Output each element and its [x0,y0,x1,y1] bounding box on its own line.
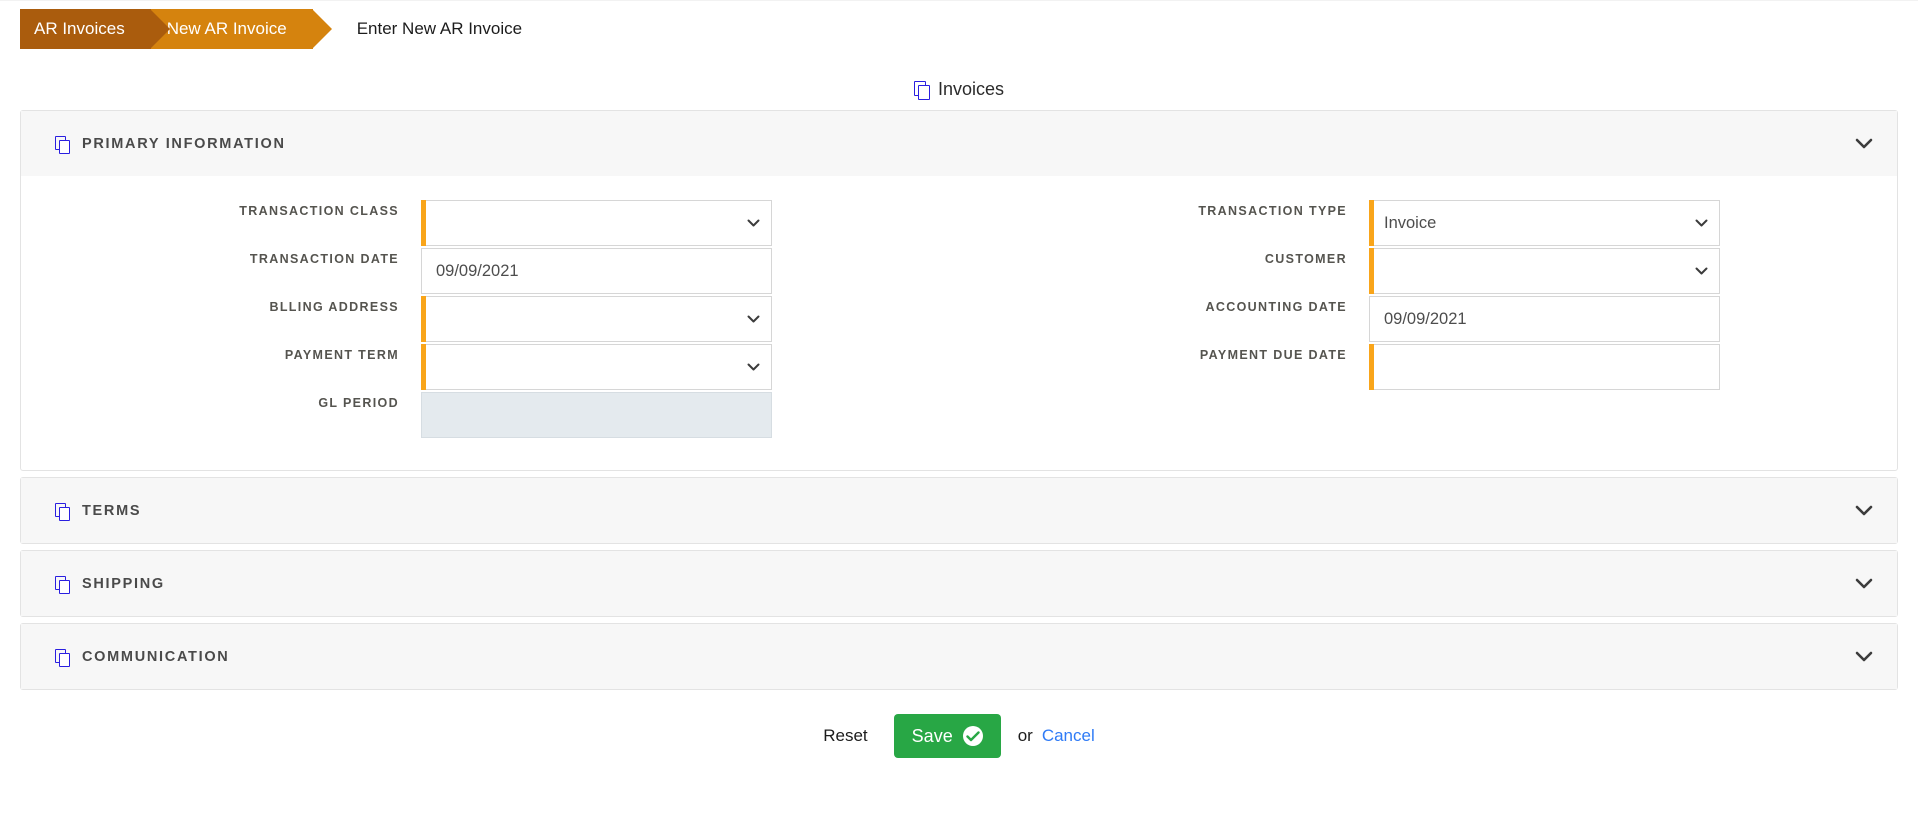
panel-header-shipping[interactable]: SHIPPING [21,551,1897,616]
field-transaction-date: TRANSACTION DATE 09/09/2021 [21,248,959,296]
transaction-date-input[interactable]: 09/09/2021 [421,248,772,294]
copy-icon [55,648,70,667]
primary-right-column: TRANSACTION TYPE Invoice CUSTOMER ACCOUN… [959,200,1897,440]
chevron-down-icon [746,216,760,230]
field-payment-term: PAYMENT TERM [21,344,959,392]
panel-body-primary-information: TRANSACTION CLASS TRANSACTION DATE 09/09… [21,176,1897,470]
breadcrumb: AR Invoices New AR Invoice Enter New AR … [0,1,1918,56]
field-transaction-class: TRANSACTION CLASS [21,200,959,248]
panel-header-primary-information[interactable]: PRIMARY INFORMATION [21,111,1897,176]
field-payment-due-date: PAYMENT DUE DATE [959,344,1897,392]
transaction-class-select[interactable] [421,200,772,246]
field-customer: CUSTOMER [959,248,1897,296]
save-button[interactable]: Save [893,714,1001,758]
chevron-down-icon [746,360,760,374]
breadcrumb-item-label: AR Invoices [34,19,125,38]
field-gl-period: GL PERIOD [21,392,959,440]
panel-title: COMMUNICATION [82,648,230,665]
copy-icon [913,80,930,100]
panel-title: PRIMARY INFORMATION [82,135,286,152]
field-label: PAYMENT DUE DATE [1199,348,1347,362]
panel-title: TERMS [82,502,142,519]
field-billing-address: BLLING ADDRESS [21,296,959,344]
field-label: GL PERIOD [318,396,399,410]
field-transaction-type: TRANSACTION TYPE Invoice [959,200,1897,248]
chevron-down-icon[interactable] [1853,133,1875,155]
field-value: Invoice [1384,213,1437,232]
chevron-down-icon [1694,216,1708,230]
payment-term-select[interactable] [421,344,772,390]
form-panels: PRIMARY INFORMATION TRANSACTION CLASS TR… [20,110,1898,690]
or-label: or [1017,726,1033,745]
field-label: TRANSACTION DATE [249,252,399,266]
field-value: 09/09/2021 [436,261,519,280]
chevron-down-icon[interactable] [1853,573,1875,595]
reset-button[interactable]: Reset [823,726,867,746]
field-value: 09/09/2021 [1384,309,1467,328]
field-label: PAYMENT TERM [284,348,399,362]
field-label: TRANSACTION CLASS [239,204,399,218]
breadcrumb-item-ar-invoices[interactable]: AR Invoices [20,8,170,49]
payment-due-date-input[interactable] [1369,344,1720,390]
chevron-down-icon[interactable] [1853,646,1875,668]
save-button-label: Save [911,725,953,746]
panel-primary-information: PRIMARY INFORMATION TRANSACTION CLASS TR… [20,110,1898,471]
field-label: CUSTOMER [1264,252,1347,266]
chevron-down-icon [746,312,760,326]
page-title-text: Invoices [937,78,1005,99]
field-accounting-date: ACCOUNTING DATE 09/09/2021 [959,296,1897,344]
check-circle-icon [962,726,983,746]
transaction-type-select[interactable]: Invoice [1369,200,1720,246]
chevron-down-icon[interactable] [1853,500,1875,522]
customer-select[interactable] [1369,248,1720,294]
panel-title: SHIPPING [82,575,165,592]
field-label: TRANSACTION TYPE [1198,204,1347,218]
page-title: Invoices [0,68,1918,110]
copy-icon [55,575,70,594]
breadcrumb-current-label: Enter New AR Invoice [356,18,523,38]
panel-communication: COMMUNICATION [20,623,1898,690]
copy-icon [55,135,70,154]
gl-period-input [421,392,772,438]
chevron-down-icon [1694,264,1708,278]
panel-header-communication[interactable]: COMMUNICATION [21,624,1897,689]
field-label: ACCOUNTING DATE [1205,300,1347,314]
billing-address-select[interactable] [421,296,772,342]
form-actions: Reset Save or Cancel [0,706,1918,766]
field-label: BLLING ADDRESS [269,300,399,314]
panel-header-terms[interactable]: TERMS [21,478,1897,543]
primary-left-column: TRANSACTION CLASS TRANSACTION DATE 09/09… [21,200,959,440]
panel-terms: TERMS [20,477,1898,544]
copy-icon [55,502,70,521]
cancel-link[interactable]: Cancel [1042,726,1095,746]
breadcrumb-item-label: New AR Invoice [166,19,287,38]
panel-shipping: SHIPPING [20,550,1898,617]
accounting-date-input[interactable]: 09/09/2021 [1369,296,1720,342]
